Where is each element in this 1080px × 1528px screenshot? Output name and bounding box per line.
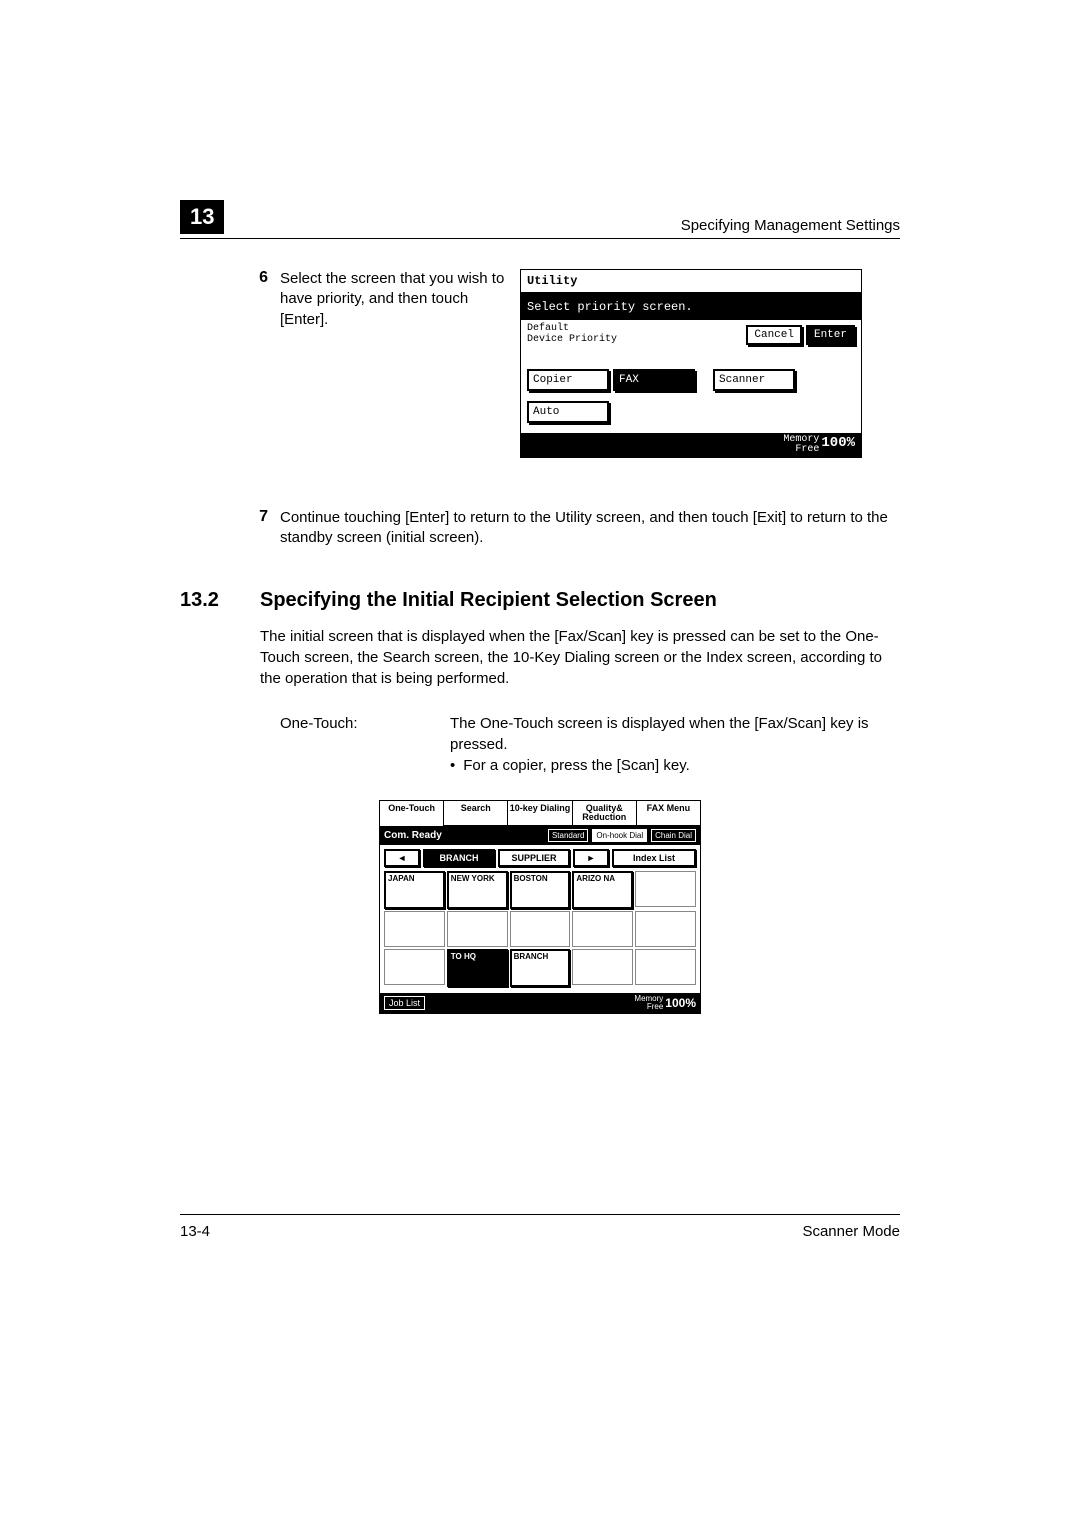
cell-empty[interactable]	[447, 911, 508, 947]
ot-grid: JAPAN NEW YORK BOSTON ARIZO NA TO HQ BRA…	[380, 871, 700, 993]
cell-empty[interactable]	[384, 911, 445, 947]
cell-branch[interactable]: BRANCH	[510, 949, 571, 987]
cell-boston[interactable]: BOSTON	[510, 871, 571, 909]
cell-empty[interactable]	[635, 871, 696, 907]
step-7-row: 7 Continue touching [Enter] to return to…	[240, 508, 900, 549]
ot-status-bar: Com. Ready Standard On-hook Dial Chain D…	[380, 826, 700, 845]
tab-quality[interactable]: Quality& Reduction	[573, 801, 637, 826]
cell-arizona[interactable]: ARIZO NA	[572, 871, 633, 909]
definition-one-touch: One-Touch: The One-Touch screen is displ…	[280, 713, 900, 776]
ot-nav-row: ◄ BRANCH SUPPLIER ► Index List	[380, 845, 700, 871]
section-number: 13.2	[180, 589, 260, 612]
com-ready-label: Com. Ready	[384, 830, 442, 841]
cell-newyork[interactable]: NEW YORK	[447, 871, 508, 909]
enter-button[interactable]: Enter	[806, 325, 855, 345]
page-header: 13 Specifying Management Settings	[180, 200, 900, 239]
supplier-button[interactable]: SUPPLIER	[498, 849, 570, 867]
definition-bullet: For a copier, press the [Scan] key.	[450, 755, 900, 776]
index-list-button[interactable]: Index List	[612, 849, 696, 867]
option-auto[interactable]: Auto	[527, 401, 609, 423]
tab-one-touch[interactable]: One-Touch	[380, 801, 444, 826]
section-title: Specifying the Initial Recipient Selecti…	[260, 589, 717, 612]
ot-tabs: One-Touch Search 10-key Dialing Quality&…	[380, 801, 700, 826]
cell-empty[interactable]	[635, 949, 696, 985]
utility-banner: Select priority screen.	[521, 294, 861, 320]
step-7-number: 7	[240, 508, 280, 549]
utility-label: Default Device Priority	[527, 324, 617, 345]
section-heading: 13.2 Specifying the Initial Recipient Se…	[180, 589, 900, 612]
tab-fax-menu[interactable]: FAX Menu	[637, 801, 700, 826]
utility-title: Utility	[521, 270, 861, 294]
utility-panel-figure: Utility Select priority screen. Default …	[520, 269, 862, 458]
tab-search[interactable]: Search	[444, 801, 508, 826]
cell-tohq[interactable]: TO HQ	[447, 949, 508, 987]
cell-empty[interactable]	[384, 949, 445, 985]
step-6-number: 6	[240, 269, 280, 330]
ot-bottom-bar: Job List Memory Free 100%	[380, 993, 700, 1013]
arrow-left-icon[interactable]: ◄	[384, 849, 420, 867]
page-footer: 13-4 Scanner Mode	[180, 1214, 900, 1240]
cell-empty[interactable]	[635, 911, 696, 947]
onhook-button[interactable]: On-hook Dial	[592, 829, 647, 842]
page-number: 13-4	[180, 1223, 210, 1240]
cell-japan[interactable]: JAPAN	[384, 871, 445, 909]
arrow-right-icon[interactable]: ►	[573, 849, 609, 867]
chapter-badge: 13	[180, 200, 224, 234]
header-title: Specifying Management Settings	[681, 217, 900, 234]
step-7-text: Continue touching [Enter] to return to t…	[280, 508, 900, 549]
tab-10key[interactable]: 10-key Dialing	[508, 801, 572, 826]
cell-empty[interactable]	[510, 911, 571, 947]
cell-empty[interactable]	[572, 911, 633, 947]
section-intro: The initial screen that is displayed whe…	[260, 626, 900, 689]
footer-mode: Scanner Mode	[802, 1223, 900, 1240]
option-fax[interactable]: FAX	[613, 369, 695, 391]
cancel-button[interactable]: Cancel	[746, 325, 802, 345]
option-copier[interactable]: Copier	[527, 369, 609, 391]
branch-button[interactable]: BRANCH	[423, 849, 495, 867]
cell-empty[interactable]	[572, 949, 633, 985]
standard-button[interactable]: Standard	[548, 829, 588, 842]
chain-button[interactable]: Chain Dial	[651, 829, 696, 842]
step-6-row: 6 Select the screen that you wish to hav…	[240, 269, 900, 458]
definition-line1: The One-Touch screen is displayed when t…	[450, 713, 900, 755]
one-touch-panel-figure: One-Touch Search 10-key Dialing Quality&…	[379, 800, 701, 1014]
utility-footer: Memory Free 100%	[521, 433, 861, 457]
document-page: 13 Specifying Management Settings 6 Sele…	[180, 0, 900, 1320]
step-6-text: Select the screen that you wish to have …	[280, 269, 520, 330]
definition-term: One-Touch:	[280, 713, 450, 776]
job-list-button[interactable]: Job List	[384, 996, 425, 1010]
option-scanner[interactable]: Scanner	[713, 369, 795, 391]
